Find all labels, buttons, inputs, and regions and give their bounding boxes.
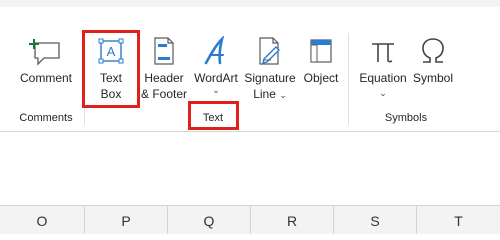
text-box-label-line1: Text [99, 71, 122, 85]
signature-line-chevron-icon: ⌄ [279, 90, 287, 100]
signature-line-button[interactable]: Signature Line ⌄ [243, 34, 297, 104]
wordart-button[interactable]: WordArt ⌄ [190, 34, 242, 104]
svg-text:A: A [107, 44, 116, 59]
header-footer-label-line1: Header [144, 71, 184, 85]
symbol-button[interactable]: Symbol [410, 34, 456, 104]
column-header-s[interactable]: S [334, 206, 416, 234]
column-header-p[interactable]: P [85, 206, 167, 234]
column-header-t[interactable]: T [417, 206, 500, 234]
omega-icon [422, 38, 444, 63]
header-footer-label-line2: & Footer [140, 87, 188, 101]
ribbon-top-strip [0, 0, 500, 7]
equation-chevron-icon: ⌄ [379, 88, 387, 98]
equation-button[interactable]: Equation ⌄ [356, 34, 410, 104]
object-icon [310, 39, 332, 63]
header-footer-icon [154, 37, 174, 65]
symbols-group-label: Symbols [384, 112, 428, 124]
wordart-chevron-icon: ⌄ [212, 85, 220, 95]
text-box-icon: A [98, 38, 124, 64]
symbol-label: Symbol [412, 71, 453, 85]
ribbon: Comment A Text Box Header & Footer WordA… [0, 0, 500, 132]
signature-line-label-line2-text: Line [253, 87, 276, 101]
column-header-q[interactable]: Q [168, 206, 250, 234]
column-header-r[interactable]: R [251, 206, 333, 234]
comments-group-label: Comments [19, 112, 73, 124]
object-label: Object [303, 71, 339, 85]
header-footer-button[interactable]: Header & Footer [139, 34, 189, 104]
text-group-label: Text [202, 112, 224, 124]
signature-line-icon [259, 37, 280, 65]
text-box-button[interactable]: A Text Box [85, 34, 137, 106]
text-box-label-line2: Box [100, 87, 122, 101]
wordart-icon [204, 36, 225, 65]
signature-line-label-line2: Line ⌄ [243, 87, 297, 103]
comment-button[interactable]: Comment [13, 34, 79, 104]
pi-icon [372, 43, 394, 63]
equation-label: Equation [359, 71, 407, 85]
signature-line-label-line1: Signature [244, 71, 296, 85]
comment-label: Comment [19, 71, 72, 85]
column-header-o[interactable]: O [0, 206, 84, 234]
group-separator [348, 33, 349, 125]
object-button[interactable]: Object [298, 34, 344, 104]
comment-plus-icon [29, 39, 60, 66]
column-header-row: O P Q R S T [0, 205, 500, 234]
